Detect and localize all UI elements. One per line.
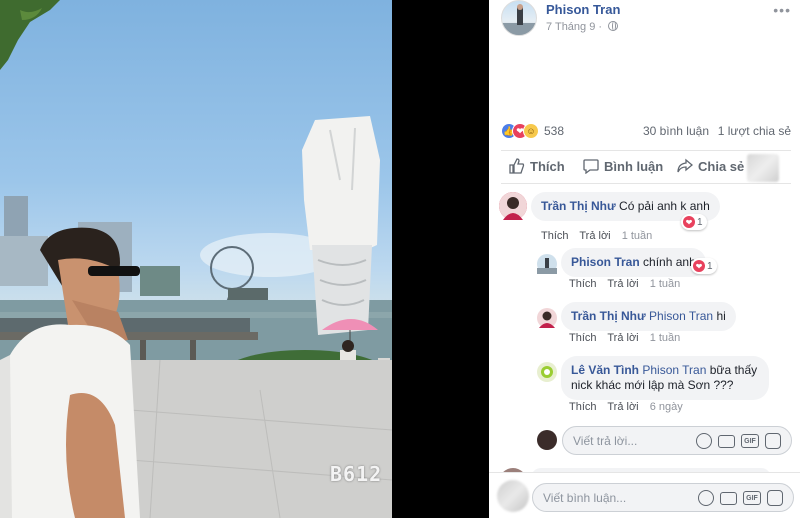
- haha-reaction-icon[interactable]: ☺: [523, 123, 539, 139]
- reply-reply-link[interactable]: Trả lời: [607, 332, 638, 344]
- camera-icon[interactable]: [720, 492, 737, 505]
- post-actions: Thích Bình luận Chia sẻ: [501, 150, 791, 184]
- reply-time[interactable]: 1 tuần: [650, 278, 681, 290]
- reply-item: Lê Văn Tình Phison Tran bữa thấy nick kh…: [537, 356, 794, 422]
- reply-text: hi: [716, 309, 726, 323]
- reply-bubble: Phison Tran chính anh: [561, 248, 706, 277]
- viewer-avatar-blurred[interactable]: [747, 154, 779, 182]
- comment-text: Có pải anh k anh: [619, 199, 710, 213]
- like-button[interactable]: Thích: [509, 158, 565, 174]
- shares-count[interactable]: 1 lượt chia sẻ: [718, 124, 791, 138]
- comment-input-icons: GIF: [698, 490, 783, 506]
- comment-composer: Viết bình luận... GIF: [489, 472, 800, 518]
- comment-time[interactable]: 1 tuần: [622, 230, 653, 242]
- reply-item: Trần Thị Như Phison Tran hi Thích Trả lờ…: [537, 302, 794, 352]
- comment-reaction-badge[interactable]: ❤ 1: [681, 214, 707, 230]
- more-icon[interactable]: •••: [773, 2, 791, 18]
- post-stats: 👍 ❤ ☺ 538 30 bình luận 1 lượt chia sẻ: [501, 122, 791, 140]
- reply-author[interactable]: Phison Tran: [571, 255, 640, 269]
- reply-time[interactable]: 1 tuần: [650, 332, 681, 344]
- author-avatar[interactable]: [501, 0, 537, 36]
- viewer-avatar-blurred[interactable]: [497, 480, 529, 512]
- comment-list: Trần Thị Như Có pải anh k anh ❤ 1 Thích …: [489, 184, 800, 472]
- reply-text: chính anh: [643, 255, 696, 269]
- replier-avatar[interactable]: [537, 254, 557, 274]
- reply-links: Thích Trả lời 1 tuần: [569, 278, 680, 290]
- reply-links: Thích Trả lời 1 tuần: [569, 332, 680, 344]
- comment-links: Thích Trả lời 1 tuần: [541, 230, 652, 242]
- camera-icon[interactable]: [718, 435, 735, 448]
- post-header: Phison Tran 7 Tháng 9 · •••: [501, 0, 791, 42]
- emoji-icon[interactable]: [696, 433, 712, 449]
- post-side-panel: Phison Tran 7 Tháng 9 · ••• 👍 ❤ ☺ 538 30…: [489, 0, 800, 518]
- comments-count[interactable]: 30 bình luận: [643, 124, 709, 138]
- reply-time[interactable]: 6 ngày: [650, 401, 683, 413]
- like-button-label: Thích: [530, 158, 565, 174]
- reply-item: Phison Tran chính anh ❤ 1 Thích Trả lời …: [537, 248, 794, 298]
- share-button-label: Chia sẻ: [698, 158, 745, 174]
- reply-author[interactable]: Trần Thị Như: [571, 309, 646, 323]
- reply-text-continued: nick khác mới lập mà Sơn ???: [571, 378, 734, 392]
- post-photo[interactable]: B612: [0, 0, 392, 518]
- comment-button[interactable]: Bình luận: [583, 158, 663, 174]
- post-date[interactable]: 7 Tháng 9: [546, 21, 595, 33]
- heart-icon: ❤: [683, 216, 695, 228]
- globe-icon: [608, 21, 619, 31]
- photo-letterbox: [392, 0, 489, 518]
- reply-mention[interactable]: Phison Tran: [642, 363, 706, 377]
- share-button[interactable]: Chia sẻ: [677, 158, 744, 174]
- sticker-icon[interactable]: [767, 490, 783, 506]
- commenter-avatar[interactable]: [499, 192, 527, 220]
- heart-icon: ❤: [693, 260, 705, 272]
- reply-reaction-badge[interactable]: ❤ 1: [691, 258, 717, 274]
- photo-watermark: B612: [330, 462, 383, 486]
- comment-button-label: Bình luận: [604, 158, 664, 174]
- viewer-avatar[interactable]: [537, 430, 557, 450]
- sticker-icon[interactable]: [765, 433, 781, 449]
- comment-reply-link[interactable]: Trả lời: [579, 230, 610, 242]
- reply-like-link[interactable]: Thích: [569, 332, 597, 344]
- comment-like-link[interactable]: Thích: [541, 230, 569, 242]
- like-icon: [509, 158, 525, 174]
- reply-reply-link[interactable]: Trả lời: [607, 401, 638, 413]
- reply-input[interactable]: Viết trả lời... GIF: [562, 426, 792, 455]
- reply-like-link[interactable]: Thích: [569, 401, 597, 413]
- reaction-count[interactable]: 538: [544, 124, 564, 138]
- replier-avatar[interactable]: [537, 362, 557, 382]
- reply-text: bữa thấy: [709, 363, 758, 377]
- gif-icon[interactable]: GIF: [743, 491, 761, 505]
- reply-composer: Viết trả lời... GIF: [537, 426, 794, 456]
- reply-links: Thích Trả lời 6 ngày: [569, 401, 683, 413]
- reply-like-link[interactable]: Thích: [569, 278, 597, 290]
- post-author-name[interactable]: Phison Tran: [546, 2, 620, 17]
- comment-input[interactable]: Viết bình luận... GIF: [532, 483, 794, 512]
- comment-author[interactable]: Trần Thị Như: [541, 199, 616, 213]
- reply-bubble: Trần Thị Như Phison Tran hi: [561, 302, 736, 331]
- reply-input-icons: GIF: [696, 433, 781, 449]
- comment-item: Trần Thị Như Có pải anh k anh ❤ 1 Thích …: [499, 192, 794, 242]
- share-icon: [677, 158, 693, 173]
- reply-mention[interactable]: Phison Tran: [649, 309, 713, 323]
- reply-author[interactable]: Lê Văn Tình: [571, 363, 639, 377]
- reply-reply-link[interactable]: Trả lời: [607, 278, 638, 290]
- photo-scene: [0, 0, 392, 518]
- emoji-icon[interactable]: [698, 490, 714, 506]
- post-meta: 7 Tháng 9 ·: [546, 21, 619, 33]
- comment-icon: [583, 159, 599, 174]
- gif-icon[interactable]: GIF: [741, 434, 759, 448]
- replier-avatar[interactable]: [537, 308, 557, 328]
- reply-bubble: Lê Văn Tình Phison Tran bữa thấy nick kh…: [561, 356, 769, 400]
